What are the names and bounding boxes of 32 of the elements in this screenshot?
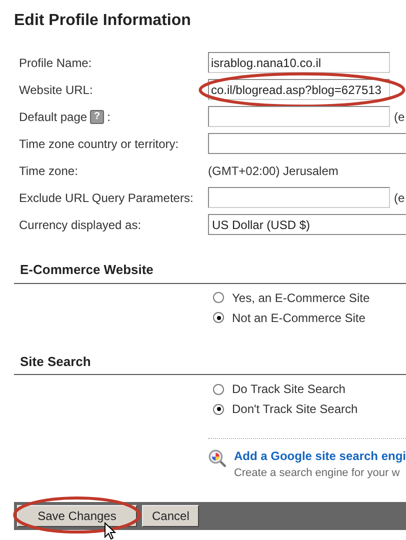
radio-option[interactable]: Yes, an E-Commerce Site <box>213 288 406 308</box>
radio-option[interactable]: Not an E-Commerce Site <box>213 308 406 328</box>
label-colon: : <box>107 108 110 126</box>
select-field[interactable] <box>208 133 406 154</box>
field-label: Default page <box>19 108 88 126</box>
text-field[interactable] <box>208 106 390 127</box>
field-label: Website URL: <box>19 82 93 98</box>
field-hint: (e <box>394 108 405 126</box>
field-label: Exclude URL Query Parameters: <box>19 190 194 206</box>
select-field[interactable]: US Dollar (USD $) <box>208 214 406 235</box>
field-label: Time zone country or territory: <box>19 136 179 152</box>
text-field[interactable] <box>208 187 390 208</box>
radio-option[interactable]: Don't Track Site Search <box>213 399 406 419</box>
form-button[interactable]: Cancel <box>142 505 200 527</box>
add-search-engine-link[interactable]: Add a Google site search engi <box>234 447 406 465</box>
radio-button[interactable] <box>213 292 224 303</box>
field-value: (GMT+02:00) Jerusalem <box>208 162 338 180</box>
page-title: Edit Profile Information <box>13 11 192 31</box>
field-label: Profile Name: <box>19 54 92 72</box>
section-heading: E-Commerce Website <box>19 261 154 279</box>
radio-option[interactable]: Do Track Site Search <box>213 379 406 399</box>
radio-button[interactable] <box>213 384 224 394</box>
radio-button[interactable] <box>213 312 224 323</box>
text-field[interactable]: israblog.nana10.co.il <box>208 52 390 73</box>
form-button[interactable]: Save Changes <box>17 505 137 527</box>
text-field[interactable]: co.il/blogread.asp?blog=627513 <box>208 79 390 100</box>
radio-button[interactable] <box>213 404 224 414</box>
field-label: Currency displayed as: <box>19 216 142 234</box>
section-heading: Site Search <box>19 352 92 370</box>
field-hint: (e <box>394 190 405 206</box>
field-label: Time zone: <box>19 162 78 180</box>
promo-description: Create a search engine for your w <box>234 466 401 481</box>
